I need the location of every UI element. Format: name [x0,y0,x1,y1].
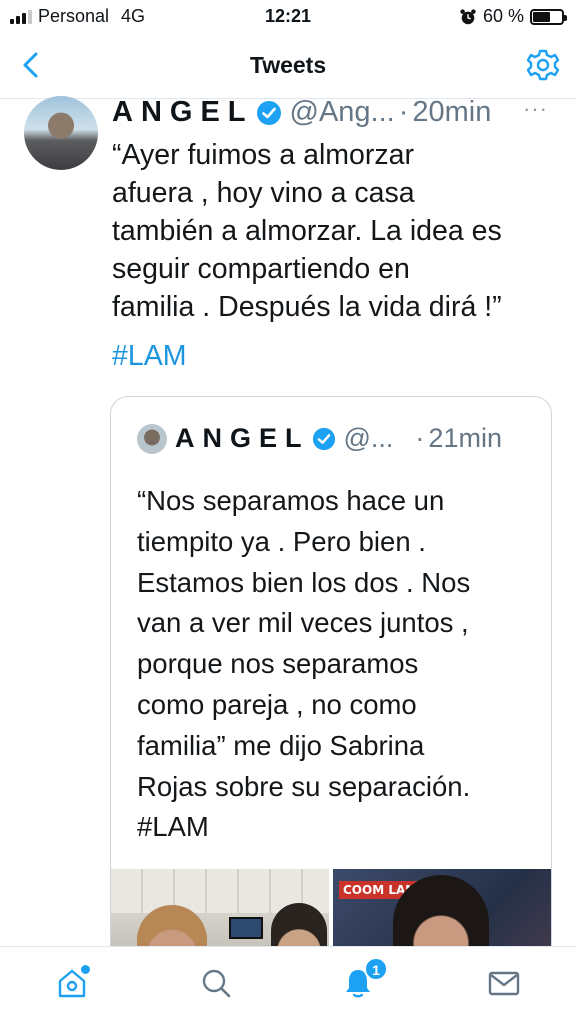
separator: · [415,423,425,453]
nav-header: Tweets [0,34,576,96]
alarm-icon [460,8,476,24]
author-handle[interactable]: @Ang... [290,96,395,129]
notification-badge: 1 [364,957,388,981]
tweet-text: “Ayer fuimos a almorzar afuera , hoy vin… [112,139,502,323]
more-options-icon[interactable]: ··· [523,96,548,122]
tab-search[interactable] [196,963,236,1003]
quoted-author-name: ANGEL [175,423,310,453]
quoted-tweet-card[interactable]: ANGEL @... · 21min “Nos separamos hace u… [110,396,552,976]
gear-icon[interactable] [524,46,562,84]
tab-notifications[interactable]: 1 [338,957,388,1003]
battery-percent: 60 % [482,6,524,26]
status-right: 60 % [459,6,567,27]
status-bar: Personal 4G 12:21 60 % [0,0,576,34]
search-icon [202,969,231,998]
quoted-author-handle: @... [343,423,394,453]
new-content-dot [81,965,90,974]
quoted-tweet-header: ANGEL @... · 21min [137,423,502,454]
separator: · [398,96,409,128]
mail-icon [488,971,520,996]
page-title: Tweets [249,52,327,78]
tweet-header: ANGEL @Ang... · 20min [112,96,491,129]
quoted-tweet-time: 21min [428,423,502,453]
quoted-hashtag: #LAM [137,811,209,842]
author-name[interactable]: ANGEL [112,96,254,129]
verified-badge-icon [256,100,281,125]
tab-bar: 1 [0,946,576,1024]
tab-messages[interactable] [484,963,524,1003]
avatar[interactable] [24,96,98,170]
battery-fill [533,11,550,22]
media-screen [229,917,263,939]
tab-home[interactable] [52,963,92,1003]
battery-icon [530,8,567,25]
quoted-tweet-text: “Nos separamos hace un tiempito ya . Per… [137,485,471,802]
quoted-avatar [137,423,167,454]
tweet-time[interactable]: 20min [412,96,491,129]
verified-badge-icon [312,427,335,450]
hashtag-link[interactable]: #LAM [112,340,186,373]
